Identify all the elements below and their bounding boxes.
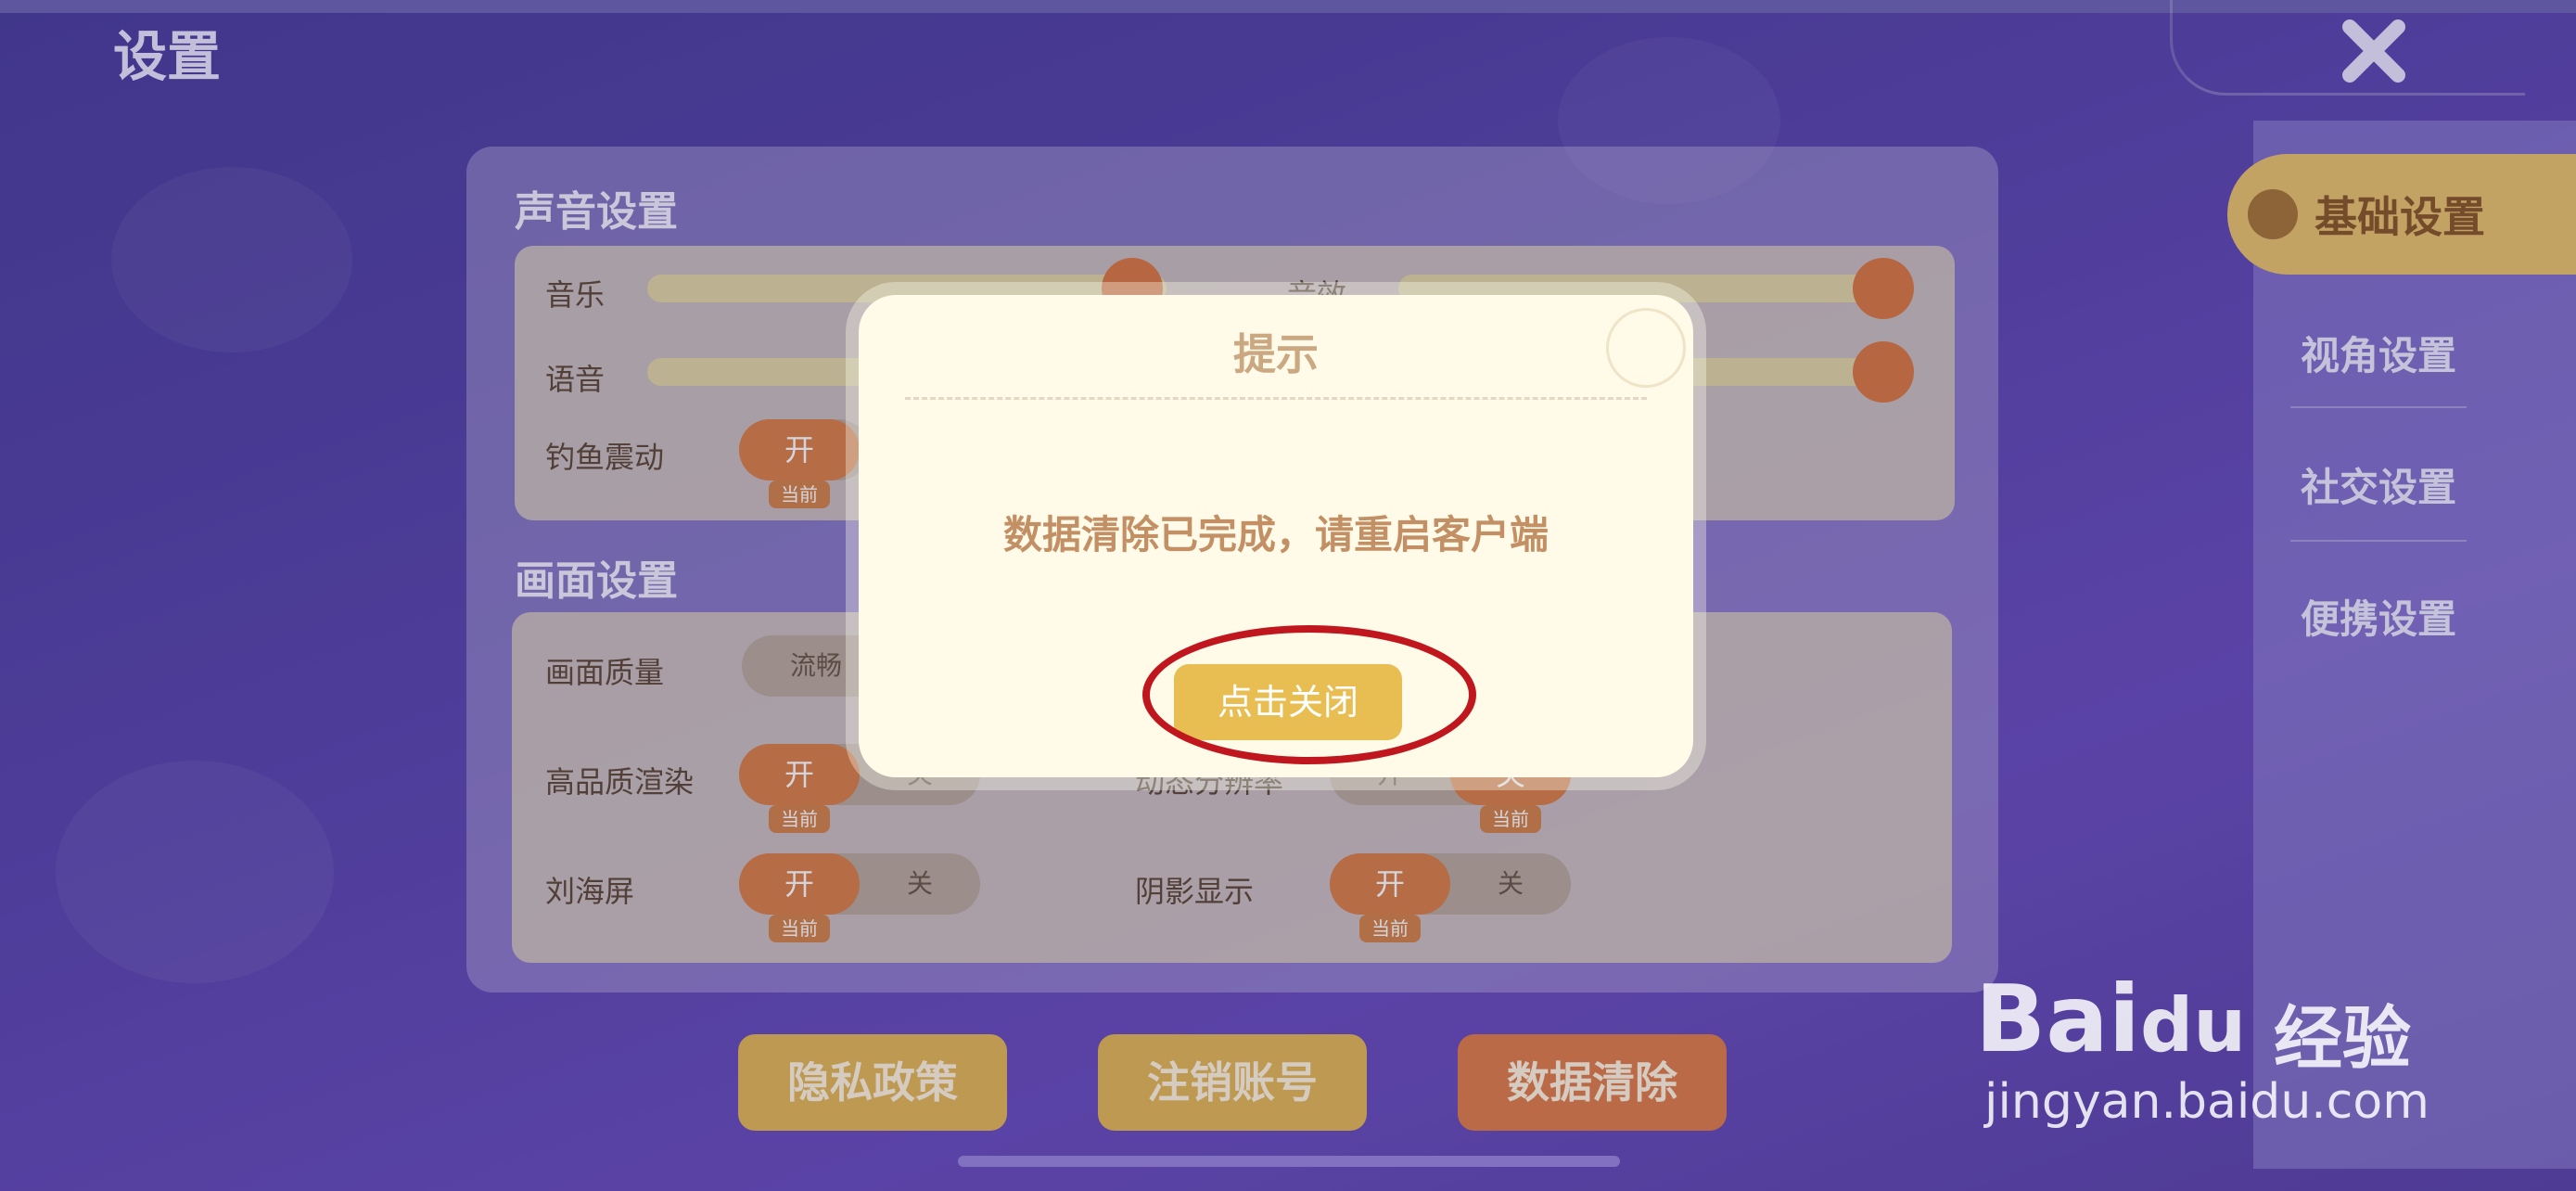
watermark-url: jingyan.baidu.com (1984, 1074, 2429, 1130)
dialog-message: 数据清除已完成，请重启客户端 (1002, 512, 1549, 557)
watermark-suffix: 经验 (2274, 999, 2411, 1079)
watermark-logo: Baidu (1975, 965, 2246, 1073)
dialog-title: 提示 (1233, 329, 1319, 379)
watermark-brand2: du (2139, 982, 2247, 1069)
annotation-circle (1142, 625, 1476, 764)
watermark-brand: Bai (1975, 965, 2140, 1073)
dialog-divider (905, 397, 1647, 400)
